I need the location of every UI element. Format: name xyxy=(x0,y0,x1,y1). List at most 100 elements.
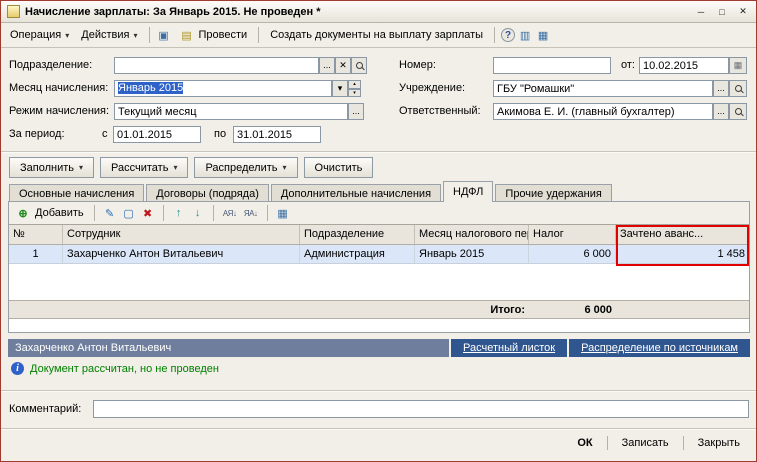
payslip-link[interactable]: Расчетный листок xyxy=(451,339,568,357)
accrual-mode-field[interactable] xyxy=(114,103,348,120)
period-to-field[interactable] xyxy=(233,126,321,143)
bottom-button-bar: ОК Записать Закрыть xyxy=(1,432,750,454)
sort-ascending-icon[interactable]: АЯ↓ xyxy=(221,209,239,218)
cell-tax[interactable]: 6 000 xyxy=(529,245,616,264)
institution-select-button[interactable]: ... xyxy=(713,80,729,97)
distribute-button[interactable]: Распределить ▾ xyxy=(194,157,298,178)
department-open-button[interactable] xyxy=(351,57,367,74)
separator xyxy=(1,428,756,430)
total-spacer xyxy=(616,301,749,318)
department-field[interactable] xyxy=(114,57,319,74)
operation-menu-button[interactable]: Операция ▾ xyxy=(5,27,74,43)
calendar-icon[interactable]: ▦ xyxy=(729,57,747,74)
post-button[interactable]: ▤ Провести xyxy=(174,27,253,44)
fill-button[interactable]: Заполнить ▾ xyxy=(9,157,95,178)
ok-button[interactable]: ОК xyxy=(567,433,602,453)
cell-advance-credited[interactable]: 1 458 xyxy=(616,245,749,264)
document-movements-icon[interactable]: ▦ xyxy=(535,29,551,42)
titlebar[interactable]: Начисление зарплаты: За Январь 2015. Не … xyxy=(1,1,756,23)
responsible-open-button[interactable] xyxy=(729,103,747,120)
column-header-department[interactable]: Подразделение xyxy=(300,225,415,244)
post-document-icon: ▤ xyxy=(181,29,192,42)
add-row-label: Добавить xyxy=(35,207,84,219)
main-toolbar: Операция ▾ Действия ▾ ▣ ▤ Провести Созда… xyxy=(1,23,756,48)
chevron-down-icon: ▾ xyxy=(173,163,178,172)
tab-main-accruals[interactable]: Основные начисления xyxy=(9,184,145,202)
help-icon[interactable]: ? xyxy=(501,28,516,42)
distribution-by-sources-link[interactable]: Распределение по источникам xyxy=(569,339,750,357)
table-action-buttons: Заполнить ▾ Рассчитать ▾ Распределить ▾ … xyxy=(9,157,374,178)
comment-field[interactable] xyxy=(93,400,749,418)
comment-label: Комментарий: xyxy=(9,403,82,415)
column-header-tax[interactable]: Налог xyxy=(529,225,616,244)
total-spacer xyxy=(300,301,415,318)
table-settings-icon[interactable]: ▦ xyxy=(275,207,291,220)
payroll-document-window: Начисление зарплаты: За Январь 2015. Не … xyxy=(0,0,757,462)
actions-menu-button[interactable]: Действия ▾ xyxy=(76,27,142,43)
responsible-field[interactable] xyxy=(493,103,713,120)
department-label: Подразделение: xyxy=(9,59,93,71)
edit-row-icon[interactable]: ✎ xyxy=(102,207,118,220)
spin-down-icon[interactable]: ▾ xyxy=(348,88,361,97)
document-header-form: Подразделение: ... ✕ Номер: от: ▦ Месяц … xyxy=(1,49,756,151)
cell-employee[interactable]: Захарченко Антон Витальевич xyxy=(63,245,300,264)
column-header-num[interactable]: № xyxy=(9,225,63,244)
delete-row-icon[interactable]: ✖ xyxy=(140,207,156,220)
table-header-row: № Сотрудник Подразделение Месяц налогово… xyxy=(9,225,749,245)
department-clear-button[interactable]: ✕ xyxy=(335,57,351,74)
column-header-employee[interactable]: Сотрудник xyxy=(63,225,300,244)
accrual-month-field[interactable]: Январь 2015 xyxy=(114,80,332,97)
document-structure-icon[interactable]: ▥ xyxy=(517,29,533,42)
accrual-month-dropdown-icon[interactable]: ▾ xyxy=(332,80,348,97)
maximize-icon[interactable]: □ xyxy=(713,4,731,19)
period-from-field[interactable] xyxy=(113,126,201,143)
accrual-month-value: Январь 2015 xyxy=(118,82,184,94)
column-header-tax-month[interactable]: Месяц налогового пери... xyxy=(415,225,529,244)
tab-contracts[interactable]: Договоры (подряда) xyxy=(146,184,269,202)
cell-tax-month[interactable]: Январь 2015 xyxy=(415,245,529,264)
move-up-icon[interactable]: ↑ xyxy=(171,207,187,219)
window-controls: ─ □ ✕ xyxy=(692,4,752,19)
tab-bar: Основные начисления Договоры (подряда) Д… xyxy=(9,181,614,203)
date-field[interactable] xyxy=(639,57,729,74)
accrual-month-stepper[interactable]: ▴ ▾ xyxy=(348,80,361,97)
responsible-select-button[interactable]: ... xyxy=(713,103,729,120)
spin-up-icon[interactable]: ▴ xyxy=(348,80,361,89)
copy-row-icon[interactable]: ▢ xyxy=(121,207,137,220)
table-total-row: Итого: 6 000 xyxy=(9,300,749,319)
magnifier-icon xyxy=(734,85,742,92)
tab-additional-accruals[interactable]: Дополнительные начисления xyxy=(270,184,442,202)
tab-other-deductions[interactable]: Прочие удержания xyxy=(495,184,612,202)
save-button[interactable]: Записать xyxy=(612,433,679,453)
calculate-button-label: Рассчитать xyxy=(111,161,169,174)
number-label: Номер: xyxy=(399,59,436,71)
cell-num[interactable]: 1 xyxy=(9,245,63,264)
save-icon[interactable]: ▣ xyxy=(156,29,172,42)
operation-menu-label: Операция xyxy=(10,29,62,41)
window-title: Начисление зарплаты: За Январь 2015. Не … xyxy=(25,5,321,18)
cell-department[interactable]: Администрация xyxy=(300,245,415,264)
close-button[interactable]: Закрыть xyxy=(688,433,750,453)
number-field[interactable] xyxy=(493,57,611,74)
institution-field[interactable] xyxy=(493,80,713,97)
table-row[interactable]: 1 Захарченко Антон Витальевич Администра… xyxy=(9,245,749,264)
clear-button[interactable]: Очистить xyxy=(303,157,374,178)
minimize-icon[interactable]: ─ xyxy=(692,4,710,19)
separator xyxy=(1,151,756,153)
total-spacer xyxy=(9,301,63,318)
create-payout-docs-button[interactable]: Создать документы на выплату зарплаты xyxy=(265,27,488,43)
separator xyxy=(494,27,496,43)
sort-descending-icon[interactable]: ЯА↓ xyxy=(242,209,260,218)
move-down-icon[interactable]: ↓ xyxy=(190,207,206,219)
add-row-button[interactable]: ⊕ Добавить xyxy=(12,205,87,222)
institution-open-button[interactable] xyxy=(729,80,747,97)
table-toolbar: ⊕ Добавить ✎ ▢ ✖ ↑ ↓ АЯ↓ ЯА↓ ▦ xyxy=(9,202,749,224)
column-header-advance-credited[interactable]: Зачтено аванс... xyxy=(616,225,749,244)
calculate-button[interactable]: Рассчитать ▾ xyxy=(100,157,189,178)
department-select-button[interactable]: ... xyxy=(319,57,335,74)
close-icon[interactable]: ✕ xyxy=(734,4,752,19)
accrual-mode-select-button[interactable]: ... xyxy=(348,103,364,120)
table-empty-area[interactable] xyxy=(9,264,749,300)
add-icon: ⊕ xyxy=(18,207,28,220)
tab-ndfl[interactable]: НДФЛ xyxy=(443,181,494,202)
